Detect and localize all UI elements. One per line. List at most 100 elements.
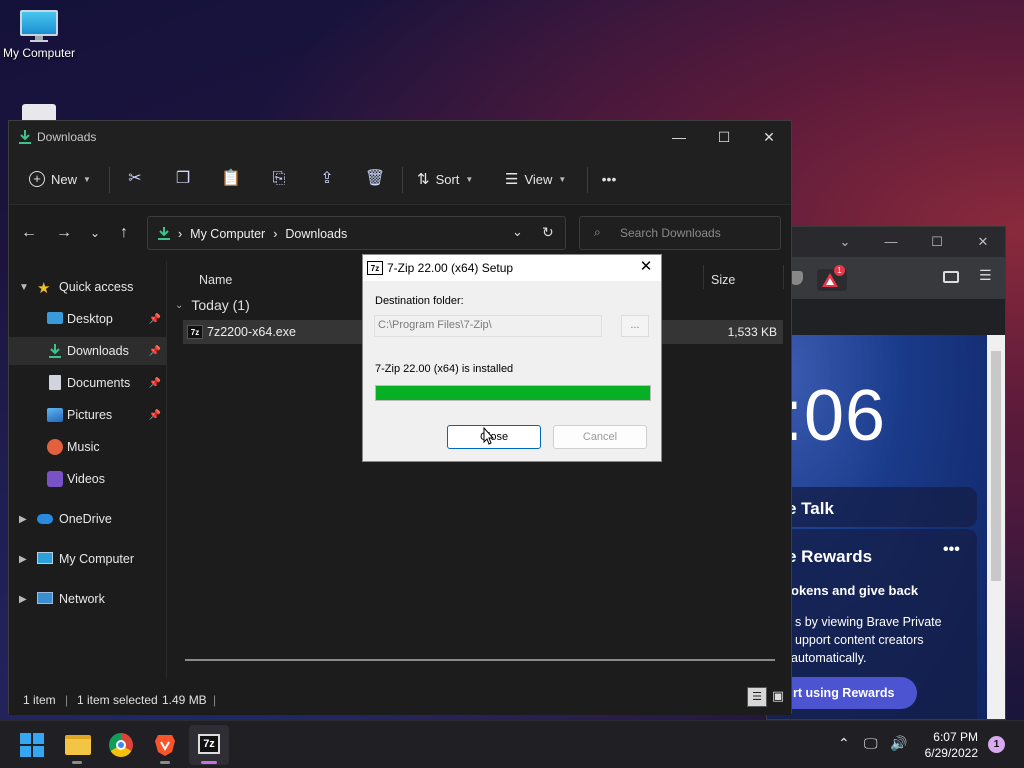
back-arrow-icon[interactable]: ← [19,223,39,243]
search-placeholder: Search Downloads [620,226,721,240]
search-input[interactable]: ⌕ Search Downloads [579,216,781,250]
destination-path-field[interactable]: C:\Program Files\7-Zip\ [374,315,602,337]
minimize-button[interactable]: — [669,127,689,147]
column-divider [703,265,704,289]
taskbar-file-explorer[interactable] [57,725,97,765]
taskbar: 7z ⌃ 🖵 🔊 6:07 PM 6/29/2022 1 [0,720,1024,768]
explorer-titlebar: Downloads — ☐ ✕ [9,121,791,153]
sort-icon: ⇅ [417,171,430,188]
download-folder-icon [19,130,31,144]
start-button[interactable] [12,725,52,765]
monitor-icon [37,552,53,564]
more-options-icon[interactable]: ••• [597,167,621,191]
chevron-down-icon[interactable]: ⌄ [837,234,853,250]
brave-talk-title: e Talk [787,499,834,518]
progress-fill [376,386,650,400]
setup-dialog: 7z 7-Zip 22.00 (x64) Setup ✕ Destination… [362,254,662,462]
details-view-icon[interactable]: ☰ [747,687,767,707]
address-bar[interactable]: › My Computer › Downloads ⌄ ↻ [147,216,566,250]
divider [402,167,403,193]
forward-arrow-icon[interactable]: → [54,223,74,243]
nav-network[interactable]: ▶ Network [9,585,167,613]
column-header-size[interactable]: Size [711,273,735,287]
nav-documents[interactable]: Documents 📌 [9,369,167,397]
share-icon[interactable]: ⇪ [315,167,339,191]
more-options-icon[interactable]: ••• [943,541,960,559]
chevron-right-icon[interactable]: ▶ [19,554,27,565]
taskbar-7zip[interactable]: 7z [189,725,229,765]
status-divider: | [213,693,217,707]
menu-icon[interactable]: ☰ [979,267,992,284]
file-size: 1,533 KB [727,325,777,339]
desktop-icon-recycle-bin[interactable] [0,104,78,120]
brave-scrollbar[interactable] [987,335,1005,719]
nav-downloads[interactable]: Downloads 📌 [9,337,167,365]
brave-lion-icon [155,735,175,756]
download-folder-icon [49,344,61,358]
pin-icon: 📌 [148,377,161,389]
scrollbar-thumb[interactable] [991,351,1001,581]
refresh-icon[interactable]: ↻ [542,224,554,241]
brave-rewards-icon[interactable]: 1 [817,265,847,291]
close-button[interactable]: ✕ [759,127,779,147]
paste-icon[interactable]: 📋 [219,167,243,191]
delete-icon[interactable]: 🗑 [363,167,387,191]
address-dropdown-icon[interactable]: ⌄ [512,224,523,240]
copy-icon[interactable]: ❐ [171,167,195,191]
cancel-button[interactable]: Cancel [553,425,647,449]
recent-locations-chevron-icon[interactable]: ⌄ [85,223,105,243]
close-icon[interactable]: ✕ [637,258,655,276]
window-title: Downloads [37,130,97,144]
nav-pictures[interactable]: Pictures 📌 [9,401,167,429]
horizontal-scrollbar[interactable] [185,659,775,661]
brave-titlebar: ⌄ — ☐ ✕ [767,227,1005,257]
brave-rewards-card: e Rewards ••• okens and give back s by v… [767,529,977,719]
up-arrow-icon[interactable]: ↑ [114,223,134,243]
7zip-icon: 7z [367,261,383,275]
notification-badge[interactable]: 1 [988,736,1005,753]
cut-icon[interactable]: ✂ [123,167,147,191]
breadcrumb-my-computer[interactable]: My Computer [190,227,265,241]
navigation-pane: ▼ ★ Quick access Desktop 📌 Downloads 📌 D… [9,261,167,679]
taskbar-clock[interactable]: 6:07 PM 6/29/2022 [918,729,978,761]
view-label: View [524,171,553,187]
volume-icon[interactable]: 🔊 [890,735,907,752]
nav-label: Videos [67,472,105,486]
chevron-up-icon[interactable]: ⌃ [838,735,850,752]
view-button[interactable]: ☰ View ▼ [505,167,566,191]
nav-music[interactable]: Music [9,433,167,461]
taskbar-brave[interactable] [145,725,185,765]
7zip-file-icon: 7z [187,325,203,339]
tiles-view-icon[interactable]: ▣ [769,687,787,705]
nav-quick-access[interactable]: ▼ ★ Quick access [9,273,167,301]
taskbar-chrome[interactable] [101,725,141,765]
nav-desktop[interactable]: Desktop 📌 [9,305,167,333]
desktop-icon-my-computer[interactable]: My Computer [0,10,78,60]
maximize-icon[interactable]: ☐ [929,234,945,250]
view-icon: ☰ [505,171,519,188]
wallet-icon[interactable] [943,271,959,283]
maximize-button[interactable]: ☐ [714,127,734,147]
network-icon[interactable]: 🖵 [864,735,878,752]
nav-my-computer[interactable]: ▶ My Computer [9,545,167,573]
brave-toolbar: 1 ☰ [767,257,1005,299]
nav-onedrive[interactable]: ▶ OneDrive [9,505,167,533]
breadcrumb-downloads[interactable]: Downloads [285,227,347,241]
brave-badge: 1 [834,265,845,276]
browse-button[interactable]: ... [621,315,649,337]
nav-label: Downloads [67,344,129,358]
close-icon[interactable]: ✕ [975,234,991,250]
chevron-right-icon[interactable]: ▶ [19,514,27,525]
brave-talk-card[interactable]: e Talk [767,487,977,527]
folder-icon [65,735,91,755]
new-button[interactable]: + New ▼ [29,167,91,191]
chevron-right-icon[interactable]: ▶ [19,594,27,605]
nav-videos[interactable]: Videos [9,465,167,493]
nav-label: OneDrive [59,512,112,526]
chevron-down-icon[interactable]: ▼ [19,282,29,293]
rename-icon[interactable]: ⎘ [267,167,291,191]
sort-button[interactable]: ⇅ Sort ▼ [417,167,473,191]
column-header-name[interactable]: Name [199,273,232,287]
minimize-icon[interactable]: — [883,234,899,250]
group-header-today[interactable]: ⌄ Today (1) [175,297,250,313]
